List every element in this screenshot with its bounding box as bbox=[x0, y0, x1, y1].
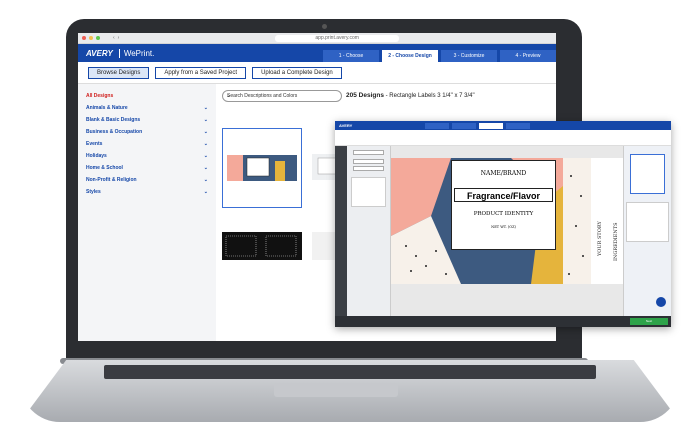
upload-design-button[interactable]: Upload a Complete Design bbox=[252, 67, 342, 79]
avery-logo: AVERY bbox=[339, 123, 353, 128]
trackpad bbox=[274, 383, 398, 397]
step-preview[interactable]: 4 - Preview bbox=[500, 50, 556, 62]
label-text-box[interactable]: NAME/BRAND Fragrance/Flavor PRODUCT IDEN… bbox=[451, 160, 556, 250]
panel-button[interactable] bbox=[353, 166, 384, 171]
step-customize[interactable]: 3 - Customize bbox=[441, 50, 497, 62]
label-your-story[interactable]: YOUR STORY bbox=[597, 221, 603, 256]
design-thumbnail[interactable] bbox=[222, 128, 302, 208]
sidebar-item-business[interactable]: Business & Occupation ⌄ bbox=[86, 126, 208, 138]
maximize-dot[interactable] bbox=[96, 36, 100, 40]
label-product-identity[interactable]: PRODUCT IDENTITY bbox=[452, 211, 555, 217]
design-preview bbox=[227, 155, 297, 181]
sidebar-item-events[interactable]: Events ⌄ bbox=[86, 138, 208, 150]
sidebar-item-holidays[interactable]: Holidays ⌄ bbox=[86, 150, 208, 162]
chevron-down-icon: ⌄ bbox=[203, 189, 208, 195]
sidebar-item-animals-nature[interactable]: Animals & Nature ⌄ bbox=[86, 102, 208, 114]
next-button[interactable]: Next bbox=[630, 318, 668, 325]
editor-properties-panel bbox=[347, 146, 391, 316]
laptop-scene: ‹ › app.print.avery.com AVERY WePrint. 1… bbox=[0, 0, 700, 439]
editor-sheet-panel bbox=[623, 146, 671, 316]
search-input[interactable]: ⌕ Search Descriptions and Colors bbox=[222, 90, 342, 102]
category-sidebar: All Designs Animals & Nature ⌄ Blank & Ba… bbox=[78, 84, 216, 341]
apply-saved-project-button[interactable]: Apply from a Saved Project bbox=[155, 67, 247, 79]
avery-logo: AVERY bbox=[86, 48, 113, 58]
design-preview bbox=[222, 232, 302, 260]
chevron-down-icon: ⌄ bbox=[203, 117, 208, 123]
panel-button[interactable] bbox=[353, 159, 384, 164]
editor-header: AVERY bbox=[335, 121, 671, 130]
design-thumbnail[interactable] bbox=[222, 232, 302, 260]
chevron-down-icon: ⌄ bbox=[203, 141, 208, 147]
weprint-logo: WePrint. bbox=[118, 48, 154, 58]
browse-designs-button[interactable]: Browse Designs bbox=[88, 67, 150, 79]
label-fragrance-flavor[interactable]: Fragrance/Flavor bbox=[454, 188, 553, 202]
editor-step[interactable] bbox=[425, 122, 450, 129]
editor-window: AVERY NAME/BRAND Fragrance/Flavor PRODUC… bbox=[335, 121, 671, 327]
close-dot[interactable] bbox=[82, 36, 86, 40]
app-header: AVERY WePrint. 1 - Choose Template 2 - C… bbox=[78, 44, 556, 71]
sheet-thumbnail[interactable] bbox=[630, 154, 665, 194]
sidebar-item-nonprofit[interactable]: Non-Profit & Religion ⌄ bbox=[86, 174, 208, 186]
sidebar-item-styles[interactable]: Styles ⌄ bbox=[86, 186, 208, 198]
layers-list bbox=[626, 202, 669, 242]
results-count: 205 Designs - Rectangle Labels 3 1/4" x … bbox=[346, 92, 475, 99]
chevron-down-icon: ⌄ bbox=[203, 153, 208, 159]
sidebar-item-all-designs[interactable]: All Designs bbox=[86, 90, 208, 102]
wizard-steps: 1 - Choose Template 2 - Choose Design 3 … bbox=[323, 50, 556, 71]
editor-toolbar bbox=[335, 130, 671, 146]
step-choose-template[interactable]: 1 - Choose Template bbox=[323, 50, 379, 71]
chevron-down-icon: ⌄ bbox=[203, 105, 208, 111]
keyboard bbox=[104, 365, 596, 379]
forward-icon[interactable]: › bbox=[118, 35, 120, 41]
label-net-weight[interactable]: NET WT. (OZ) bbox=[452, 225, 555, 229]
editor-step[interactable] bbox=[452, 122, 477, 129]
panel-controls bbox=[351, 177, 386, 207]
minimize-dot[interactable] bbox=[89, 36, 93, 40]
step-choose-design[interactable]: 2 - Choose Design bbox=[382, 50, 438, 62]
chevron-down-icon: ⌄ bbox=[203, 129, 208, 135]
label-ingredients[interactable]: INGREDIENTS bbox=[613, 222, 619, 261]
chevron-down-icon: ⌄ bbox=[203, 177, 208, 183]
browser-chrome: ‹ › app.print.avery.com bbox=[78, 33, 556, 44]
address-bar[interactable]: app.print.avery.com bbox=[275, 34, 399, 42]
chevron-down-icon: ⌄ bbox=[203, 165, 208, 171]
design-actions: Browse Designs Apply from a Saved Projec… bbox=[78, 62, 556, 84]
label-name-brand[interactable]: NAME/BRAND bbox=[452, 170, 555, 177]
camera bbox=[322, 24, 327, 29]
panel-button[interactable] bbox=[353, 150, 384, 155]
editor-step[interactable] bbox=[506, 122, 531, 129]
editor-footer: Next bbox=[335, 316, 671, 327]
editor-tool-rail bbox=[335, 146, 347, 316]
editor-step[interactable] bbox=[479, 122, 504, 129]
editor-canvas: NAME/BRAND Fragrance/Flavor PRODUCT IDEN… bbox=[391, 146, 623, 316]
sidebar-item-home-school[interactable]: Home & School ⌄ bbox=[86, 162, 208, 174]
back-icon[interactable]: ‹ bbox=[113, 35, 115, 41]
sidebar-item-blank-basic[interactable]: Blank & Basic Designs ⌄ bbox=[86, 114, 208, 126]
chat-help-icon[interactable] bbox=[656, 297, 666, 307]
